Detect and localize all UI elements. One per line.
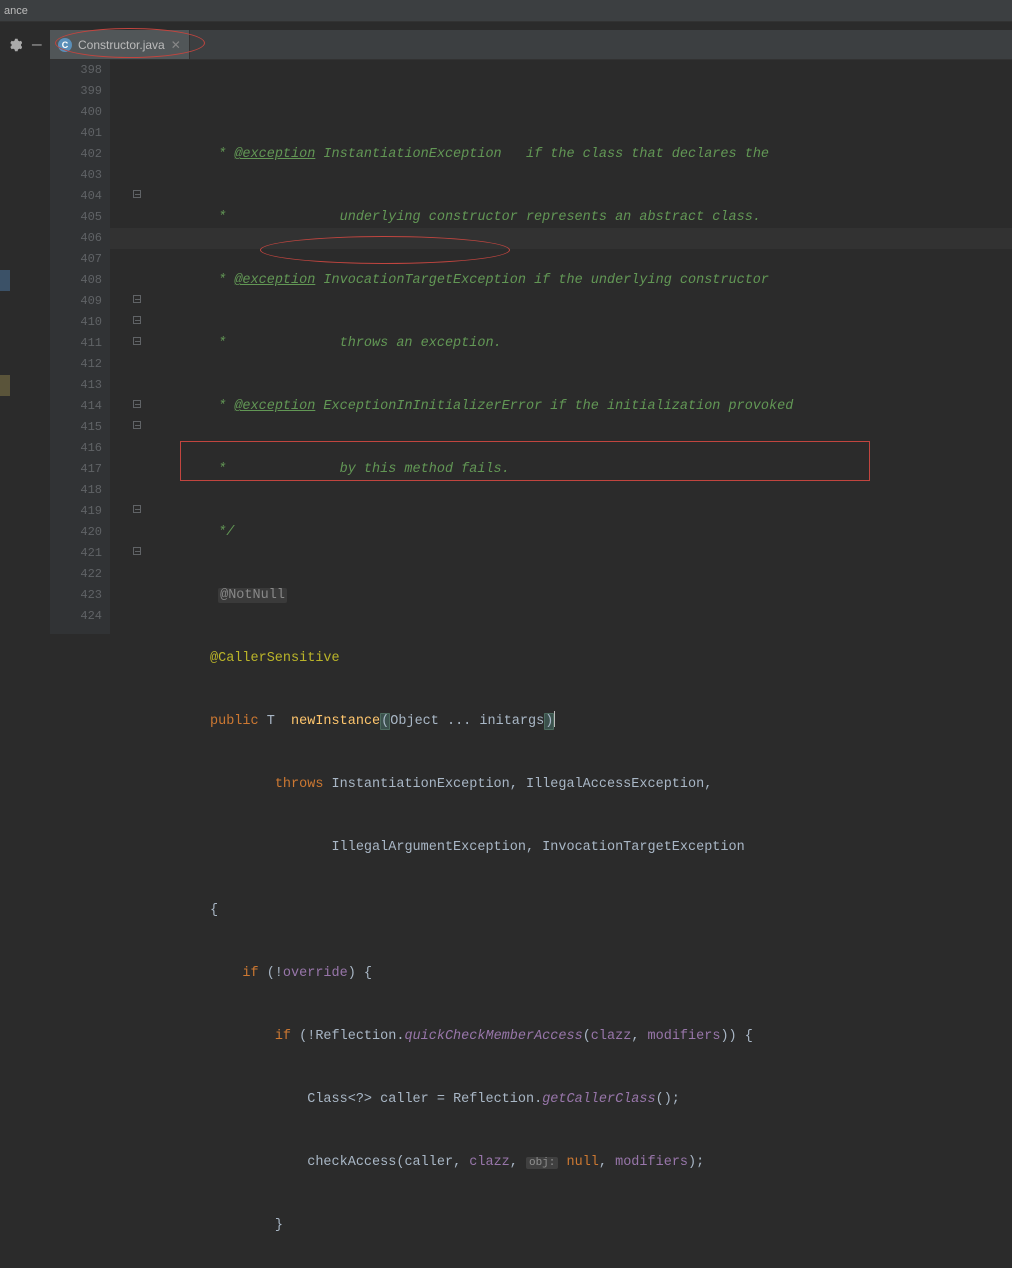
code-line: throws InstantiationException, IllegalAc… (210, 774, 1012, 795)
code-line: checkAccess(caller, clazz, obj: null, mo… (210, 1152, 1012, 1173)
title-bar: ance (0, 0, 1012, 22)
code-line: IllegalArgumentException, InvocationTarg… (210, 837, 1012, 858)
code-line: if (!Reflection.quickCheckMemberAccess(c… (210, 1026, 1012, 1047)
code-line: public T newInstance(Object ... initargs… (210, 711, 1012, 732)
parameter-hint: obj: (526, 1157, 558, 1169)
breakpoint-marker[interactable] (0, 270, 10, 291)
code-line: */ (210, 522, 1012, 543)
code-line: * underlying constructor represents an a… (210, 207, 1012, 228)
code-line: } (210, 1215, 1012, 1236)
left-margin (0, 60, 50, 634)
folded-annotation[interactable]: @NotNull (218, 588, 287, 603)
toolbar: — (0, 30, 50, 60)
code-line: * throws an exception. (210, 333, 1012, 354)
code-line: * @exception InstantiationException if t… (210, 144, 1012, 165)
text-caret (554, 711, 555, 727)
code-line: * @exception ExceptionInInitializerError… (210, 396, 1012, 417)
code-editor[interactable]: 398 399 400 401 402 403 404 405 406 407 … (0, 60, 1012, 634)
code-line: Class<?> caller = Reflection.getCallerCl… (210, 1089, 1012, 1110)
code-line: @NotNull (210, 585, 1012, 606)
code-line: @CallerSensitive (210, 648, 1012, 669)
editor-tab-bar: C Constructor.java ✕ (50, 30, 1012, 60)
gear-icon[interactable] (8, 38, 22, 52)
code-line: { (210, 900, 1012, 921)
java-class-icon: C (58, 38, 72, 52)
bookmark-marker[interactable] (0, 375, 10, 396)
editor-tab[interactable]: C Constructor.java ✕ (50, 30, 190, 59)
tab-filename: Constructor.java (78, 38, 165, 52)
code-line: * @exception InvocationTargetException i… (210, 270, 1012, 291)
code-line: * by this method fails. (210, 459, 1012, 480)
title-text: ance (4, 5, 28, 17)
collapse-icon[interactable]: — (32, 36, 42, 54)
current-line-highlight (110, 228, 1012, 249)
close-tab-icon[interactable]: ✕ (171, 38, 181, 52)
code-area[interactable]: * @exception InstantiationException if t… (110, 60, 1012, 634)
code-line: if (!override) { (210, 963, 1012, 984)
line-number-gutter: 398 399 400 401 402 403 404 405 406 407 … (50, 60, 110, 634)
